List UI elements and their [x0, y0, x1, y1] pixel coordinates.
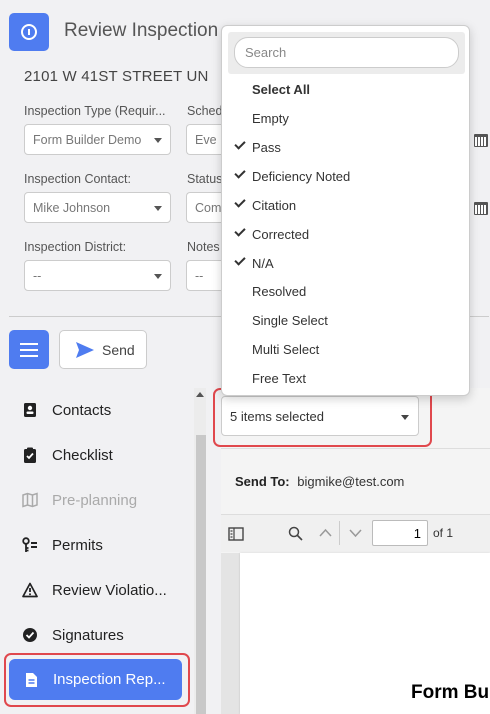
checkmark-icon: [234, 196, 246, 208]
sidebar-item-review-violations[interactable]: Review Violatio...: [22, 575, 167, 605]
inspection-district-label: Inspection District:: [24, 240, 127, 254]
page-title: Review Inspection: [64, 20, 219, 41]
schedule-value: Eve: [195, 133, 217, 147]
search-icon[interactable]: [288, 526, 303, 541]
status-label: Status: [187, 172, 223, 186]
dropdown-search-input[interactable]: [234, 37, 459, 68]
warning-icon: [22, 582, 38, 598]
sidebar-toggle-icon[interactable]: [228, 527, 244, 541]
inspection-type-label: Inspection Type (Requir...: [24, 104, 166, 118]
status-value: Com: [195, 201, 222, 215]
highlight-box: [213, 388, 432, 447]
option-label: Deficiency Noted: [252, 168, 351, 184]
inspection-type-select[interactable]: Form Builder Demo: [24, 124, 171, 155]
sidebar-item-checklist[interactable]: Checklist: [22, 440, 113, 470]
sidebar-item-signatures[interactable]: Signatures: [22, 620, 124, 650]
sidebar-item-label: Pre-planning: [52, 491, 138, 509]
status-field[interactable]: Com: [186, 192, 226, 223]
dropdown-option[interactable]: Resolved: [222, 277, 469, 305]
chevron-down-icon[interactable]: [349, 529, 362, 538]
dropdown-option[interactable]: Empty: [222, 104, 469, 132]
notes-label: Notes: [187, 240, 220, 254]
document-title: Form Bu: [411, 682, 490, 703]
inspection-district-select[interactable]: --: [24, 260, 171, 291]
sidebar-item-label: Review Violatio...: [52, 581, 167, 599]
page-number-input[interactable]: [372, 520, 428, 546]
calendar-icon[interactable]: [474, 202, 488, 215]
page-count: of 1: [433, 526, 454, 540]
chevron-down-icon: [154, 206, 162, 211]
option-label: Select All: [252, 82, 311, 97]
chevron-up-icon[interactable]: [319, 528, 332, 537]
scrollbar-thumb[interactable]: [196, 435, 206, 714]
sidebar-item-label: Permits: [52, 536, 103, 554]
dropdown-option[interactable]: Single Select: [222, 306, 469, 334]
panel-divider: [221, 448, 490, 449]
scroll-up-arrow-icon[interactable]: [196, 392, 204, 397]
option-label: Single Select: [252, 313, 328, 329]
chevron-down-icon: [154, 138, 162, 143]
option-label: Multi Select: [252, 342, 320, 358]
highlight-box: [4, 653, 190, 707]
inspection-contact-label: Inspection Contact:: [24, 172, 132, 186]
checkmark-icon: [234, 167, 246, 179]
map-icon: [22, 492, 38, 508]
option-label: Pass: [252, 139, 281, 155]
dropdown-option[interactable]: Corrected: [222, 220, 469, 248]
option-label: Empty: [252, 111, 289, 126]
inspection-contact-value: Mike Johnson: [33, 201, 111, 215]
inspection-type-value: Form Builder Demo: [33, 133, 142, 147]
key-list-icon: [22, 537, 37, 552]
schedule-field[interactable]: Eve: [186, 124, 226, 155]
sidebar-item-permits[interactable]: Permits: [22, 530, 103, 560]
send-icon: [76, 341, 94, 358]
inspection-contact-select[interactable]: Mike Johnson: [24, 192, 171, 223]
send-to-label: Send To:: [235, 474, 290, 489]
option-label: Resolved: [252, 284, 307, 300]
checkmark-icon: [234, 138, 246, 150]
check-circle-icon: [23, 628, 37, 642]
dropdown-option[interactable]: Multi Select: [222, 335, 469, 363]
chevron-down-icon: [154, 274, 162, 279]
dropdown-option[interactable]: Free Text: [222, 364, 469, 392]
dropdown-option[interactable]: N/A: [222, 249, 469, 277]
info-button[interactable]: [9, 13, 49, 51]
dropdown-option[interactable]: Deficiency Noted: [222, 162, 469, 190]
send-to-email: bigmike@test.com: [297, 474, 405, 489]
option-label: Free Text: [252, 371, 306, 387]
select-all-option[interactable]: Select All: [222, 75, 469, 103]
list-view-button[interactable]: [9, 330, 49, 369]
dropdown-search-wrap: [228, 32, 465, 74]
toolbar-separator: [339, 521, 340, 545]
list-icon-line: [20, 349, 38, 351]
sidebar-item-contacts[interactable]: Contacts: [22, 395, 111, 425]
calendar-icon[interactable]: [474, 134, 488, 147]
send-label: Send: [102, 341, 135, 358]
contact-card-icon: [24, 403, 36, 417]
send-button[interactable]: Send: [59, 330, 147, 369]
option-label: Citation: [252, 197, 297, 213]
option-label: Corrected: [252, 226, 310, 242]
dropdown-option[interactable]: Citation: [222, 191, 469, 219]
list-icon-line: [20, 355, 38, 357]
sidebar-item-pre-planning[interactable]: Pre-planning: [22, 485, 137, 515]
checkmark-icon: [234, 224, 246, 237]
sidebar-item-label: Signatures: [52, 626, 124, 644]
option-label: N/A: [252, 255, 274, 271]
status-filter-dropdown: Select All Empty Pass Deficiency Noted Cita…: [221, 25, 470, 396]
notes-value: --: [195, 269, 204, 283]
list-icon: [20, 343, 38, 345]
address: 2101 W 41ST STREET UN: [24, 68, 209, 85]
notes-field[interactable]: --: [186, 260, 226, 291]
info-icon: [21, 24, 37, 40]
sidebar-item-label: Contacts: [52, 401, 112, 419]
checkmark-icon: [234, 253, 246, 266]
pdf-sidebar: [221, 553, 240, 714]
dropdown-option[interactable]: Pass: [222, 133, 469, 161]
send-to-row: Send To: bigmike@test.com: [235, 474, 404, 489]
inspection-district-value: --: [33, 269, 42, 283]
sidebar-item-label: Checklist: [52, 446, 113, 464]
clipboard-check-icon: [24, 447, 36, 463]
schedule-label: Sched: [187, 104, 223, 118]
